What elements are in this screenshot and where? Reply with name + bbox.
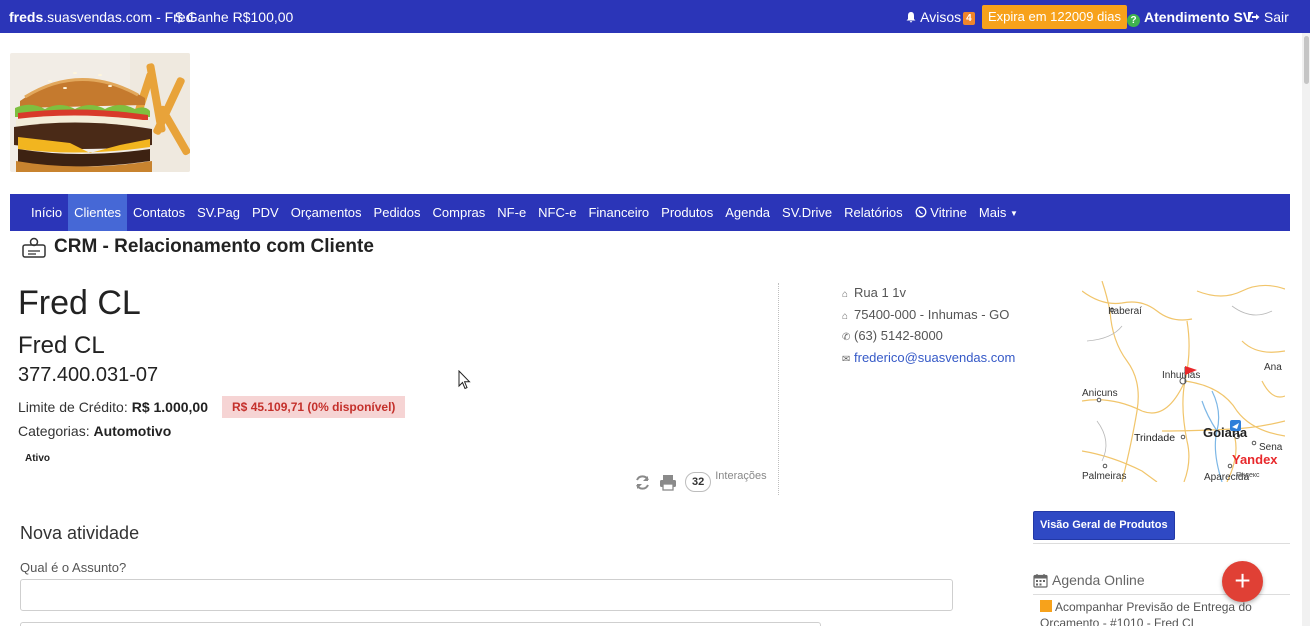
page-title-text: CRM - Relacionamento com Cliente (54, 236, 374, 257)
nav-produtos[interactable]: Produtos (655, 194, 719, 231)
nav-vitrine-label: Vitrine (930, 205, 967, 220)
brand-name: freds (9, 9, 44, 25)
logout-link[interactable]: Sair (1247, 9, 1289, 25)
agenda-title: Agenda Online (1033, 572, 1145, 588)
agenda-item-text: Acompanhar Previsão de Entrega do Orcame… (1040, 600, 1252, 626)
crm-icon (22, 237, 46, 258)
nav-orcamentos[interactable]: Orçamentos (285, 194, 368, 231)
logout-icon (1248, 12, 1260, 22)
credit-balance-badge: R$ 45.109,71 (0% disponível) (222, 396, 406, 418)
subject-input[interactable] (20, 579, 953, 611)
section-title: Nova atividade (20, 523, 140, 543)
caret-down-icon: ▼ (1010, 209, 1018, 218)
atendimento-label: Atendimento SV (1144, 9, 1253, 25)
company-logo (10, 53, 190, 172)
avisos-label: Avisos (920, 9, 962, 25)
bell-icon (906, 12, 916, 23)
nav-financeiro[interactable]: Financeiro (582, 194, 655, 231)
map-label-trindade: Trindade (1134, 432, 1175, 444)
add-fab-button[interactable]: + (1222, 561, 1263, 602)
credit-value: R$ 1.000,00 (131, 399, 209, 415)
main-nav: Início Clientes Contatos SV.Pag PDV Orça… (10, 194, 1290, 231)
nav-mais[interactable]: Mais ▼ (973, 194, 1024, 231)
subject-label: Qual é o Assunto? (20, 560, 127, 575)
avisos-link[interactable]: Avisos 4 (905, 9, 975, 25)
address-line-2: ⌂ 75400-000 - Inhumas - GO (842, 305, 1015, 327)
map-label-palmeiras: Palmeiras (1082, 471, 1126, 482)
page-title: CRM - Relacionamento com Cliente (22, 236, 374, 258)
client-name: Fred CL (18, 284, 141, 322)
phone-icon: ✆ (842, 332, 851, 343)
earn-link[interactable]: $ Ganhe R$100,00 (175, 9, 293, 25)
home-icon: ⌂ (842, 310, 849, 322)
logout-label: Sair (1263, 9, 1289, 25)
calendar-icon (1033, 573, 1048, 588)
map-label-anicuns: Anicuns (1082, 388, 1118, 399)
nav-inicio[interactable]: Início (25, 194, 68, 231)
interactions-count[interactable]: 32 (685, 472, 712, 492)
nav-mais-label: Mais (978, 205, 1007, 220)
map-label-ana: Ana (1264, 362, 1282, 373)
phone-line: ✆ (63) 5142-8000 (842, 326, 1015, 348)
credit-row: Limite de Crédito: R$ 1.000,00 R$ 45.109… (18, 396, 406, 418)
nav-svpag[interactable]: SV.Pag (191, 194, 246, 231)
location-map[interactable]: Itaberaí Inhumas Anicuns Trindade Goiana… (1082, 281, 1285, 482)
nav-compras[interactable]: Compras (427, 194, 492, 231)
client-document: 377.400.031-07 (18, 364, 159, 386)
sidebar-divider (1033, 543, 1290, 544)
map-label-itaberai: Itaberaí (1108, 306, 1142, 317)
atendimento-link[interactable]: ? Atendimento SV (1127, 9, 1252, 27)
email-line: ✉ frederico@suasvendas.com (842, 348, 1015, 370)
whatsapp-icon (915, 206, 927, 218)
map-label-inhumas: Inhumas (1162, 370, 1200, 381)
nav-nfce[interactable]: NFC-e (532, 194, 582, 231)
map-yandex-logo: Yandex (1232, 452, 1278, 467)
categories-label: Categorias: (18, 423, 90, 439)
top-bar: freds.suasvendas.com - Fred $ Ganhe R$10… (0, 0, 1310, 33)
brand-link[interactable]: freds.suasvendas.com - Fred (9, 9, 193, 25)
envelope-icon: ✉ (842, 353, 851, 365)
overview-button[interactable]: Visão Geral de Produtos (1033, 511, 1175, 540)
agenda-title-text: Agenda Online (1052, 572, 1145, 588)
nav-nfe[interactable]: NF-e (491, 194, 532, 231)
scrollbar-thumb[interactable] (1304, 36, 1309, 84)
nav-clientes[interactable]: Clientes (68, 194, 128, 231)
nav-vitrine[interactable]: Vitrine (909, 194, 973, 231)
contact-info: ⌂ Rua 1 1v ⌂ 75400-000 - Inhumas - GO ✆ (63… (842, 283, 1015, 369)
earn-label: Ganhe R$100,00 (186, 9, 294, 25)
nav-contatos[interactable]: Contatos (127, 194, 191, 231)
home-icon: ⌂ (842, 289, 849, 300)
dollar-icon: $ (175, 9, 183, 25)
categories-value: Automotivo (93, 423, 172, 439)
nav-pedidos[interactable]: Pedidos (368, 194, 427, 231)
activity-type-field[interactable] (20, 622, 821, 626)
map-yandex-small: Яндекс (1236, 472, 1260, 479)
email-link[interactable]: frederico@suasvendas.com (854, 350, 1015, 365)
interactions-label: Interações (715, 470, 767, 482)
mouse-cursor-icon (458, 370, 471, 390)
nav-relatorios[interactable]: Relatórios (838, 194, 909, 231)
address-line-1: ⌂ Rua 1 1v (842, 283, 1015, 305)
agenda-marker-icon (1040, 600, 1052, 612)
brand-domain: .suasvendas.com - Fred (43, 9, 194, 25)
print-icon[interactable] (659, 474, 677, 491)
categories-row: Categorias: Automotivo (18, 423, 171, 439)
vertical-divider (778, 283, 779, 495)
refresh-icon[interactable] (634, 474, 651, 491)
status-badge: Ativo (25, 453, 50, 464)
map-label-goiania: Goiana (1203, 425, 1248, 440)
nav-agenda[interactable]: Agenda (719, 194, 776, 231)
client-subname: Fred CL (18, 332, 105, 359)
client-actions: 32 Interações (634, 470, 767, 492)
nav-pdv[interactable]: PDV (246, 194, 285, 231)
credit-label: Limite de Crédito: (18, 399, 128, 415)
scrollbar-track[interactable] (1302, 33, 1310, 626)
expira-button[interactable]: Expira em 122009 dias (982, 5, 1127, 29)
nav-svdrive[interactable]: SV.Drive (776, 194, 838, 231)
help-icon: ? (1127, 14, 1140, 27)
agenda-item[interactable]: Acompanhar Previsão de Entrega do Orcame… (1040, 599, 1270, 626)
plus-icon: + (1234, 565, 1251, 596)
avisos-count-badge: 4 (963, 12, 975, 25)
